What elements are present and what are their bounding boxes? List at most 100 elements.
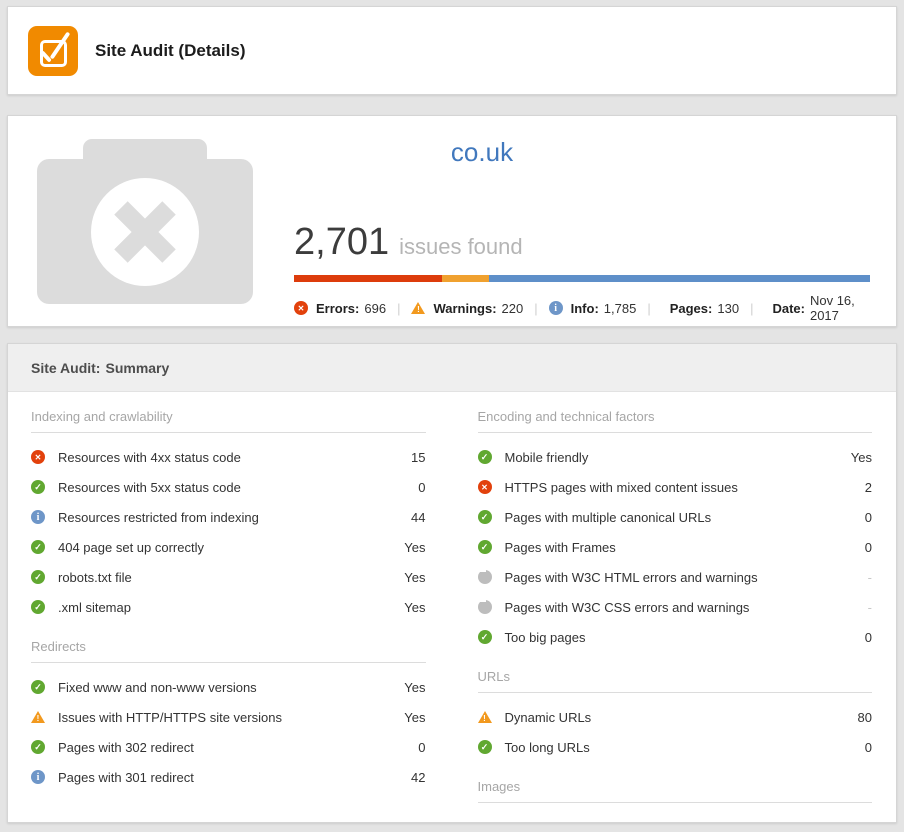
stat-value: 696 [364,301,386,316]
stat-item: Date: Nov 16, 2017 [764,293,870,323]
check-value: 0 [865,740,872,755]
stat-value: 130 [717,301,739,316]
check-label: .xml sitemap [58,600,404,615]
error-icon [294,301,308,315]
check-label: Pages with W3C HTML errors and warnings [505,570,868,585]
summary-section: Indexing and crawlability Resources with… [31,392,426,622]
image-error-icon [91,178,199,286]
check-label: Issues with HTTP/HTTPS site versions [58,710,404,725]
check-label: Pages with 302 redirect [58,740,418,755]
check-icon [478,450,492,464]
check-value: 0 [865,540,872,555]
audit-check-row: Pages with W3C HTML errors and warnings … [478,562,873,592]
check-icon [478,510,492,524]
check-icon [31,480,45,494]
audit-check-row: .xml sitemap Yes [31,592,426,622]
section-title: Encoding and technical factors [478,392,873,433]
audit-check-row: Too big pages 0 [478,622,873,652]
check-value: 0 [865,630,872,645]
issues-summary: 2,701 issues found [294,221,870,264]
audit-check-row: Dynamic URLs 80 [478,702,873,732]
check-value: Yes [404,570,425,585]
audit-check-row: Pages with W3C CSS errors and warnings - [478,592,873,622]
check-value: 42 [411,770,425,785]
check-label: Too big pages [505,630,865,645]
check-value: Yes [404,600,425,615]
check-icon [478,740,492,754]
stat-separator: | [647,301,650,316]
check-value: Yes [404,540,425,555]
stat-separator: | [534,301,537,316]
stat-label: Date: [772,301,805,316]
warning-icon [411,301,425,315]
section-title: Indexing and crawlability [31,392,426,433]
stat-item: Info: 1,785 [549,301,637,316]
camera-icon [37,159,253,304]
check-label: Resources with 4xx status code [58,450,411,465]
summary-subtitle: Summary [105,360,169,376]
stat-value: 1,785 [604,301,637,316]
check-value: 0 [865,510,872,525]
check-icon [31,540,45,554]
error-icon [478,480,492,494]
audit-check-row: Resources with 4xx status code 15 [31,442,426,472]
bar-segment-warnings [442,275,489,282]
stat-label: Info: [571,301,599,316]
section-title: URLs [478,652,873,693]
audit-check-row: Mobile friendly Yes [478,442,873,472]
audit-check-row: HTTPS pages with mixed content issues 2 [478,472,873,502]
audit-check-row: Pages with Frames 0 [478,532,873,562]
stat-label: Pages: [670,301,713,316]
audit-check-row: Pages with multiple canonical URLs 0 [478,502,873,532]
check-value: Yes [404,710,425,725]
summary-title: Site Audit: [31,360,100,376]
info-icon [31,510,45,524]
check-value: 0 [418,740,425,755]
summary-section: Encoding and technical factors Mobile fr… [478,392,873,652]
summary-column: Indexing and crawlability Resources with… [31,392,426,812]
check-label: Pages with W3C CSS errors and warnings [505,600,868,615]
check-value: 80 [858,710,872,725]
check-label: robots.txt file [58,570,404,585]
overview-main: co.uk 2,701 issues found Errors: 696 | W… [253,116,896,326]
check-icon [31,680,45,694]
audit-check-row: Fixed www and non-www versions Yes [31,672,426,702]
check-value: 44 [411,510,425,525]
check-value: 15 [411,450,425,465]
page-title: Site Audit (Details) [95,41,246,61]
issues-distribution-bar [294,275,870,282]
check-label: Pages with 301 redirect [58,770,411,785]
check-label: Mobile friendly [505,450,851,465]
section-title: Images [478,762,873,803]
check-label: Resources with 5xx status code [58,480,418,495]
check-icon [31,600,45,614]
check-label: 404 page set up correctly [58,540,404,555]
check-label: Fixed www and non-www versions [58,680,404,695]
stat-value: Nov 16, 2017 [810,293,870,323]
summary-section: URLs Dynamic URLs 80 Too long URLs 0 [478,652,873,762]
audit-check-row: Resources with 5xx status code 0 [31,472,426,502]
check-value: Yes [851,450,872,465]
warning-icon [31,710,45,724]
stat-item: Errors: 696 [294,301,386,316]
summary-section: Redirects Fixed www and non-www versions… [31,622,426,792]
check-value: - [868,600,872,615]
issues-label: issues found [399,234,523,260]
audit-check-row: Pages with 301 redirect 42 [31,762,426,792]
stat-item: Pages: 130 [662,301,739,316]
summary-columns: Indexing and crawlability Resources with… [8,392,896,832]
stats-row: Errors: 696 | Warnings: 220 | Info: 1,78… [294,293,870,323]
summary-column: Encoding and technical factors Mobile fr… [478,392,873,812]
check-label: Resources restricted from indexing [58,510,411,525]
app-header: Site Audit (Details) [7,6,897,95]
check-label: Dynamic URLs [505,710,858,725]
audit-check-row: 404 page set up correctly Yes [31,532,426,562]
audit-check-row: Issues with HTTP/HTTPS site versions Yes [31,702,426,732]
stat-separator: | [750,301,753,316]
check-value: Yes [404,680,425,695]
error-icon [31,450,45,464]
stat-separator: | [397,301,400,316]
stat-label: Warnings: [433,301,496,316]
audit-check-row: Resources restricted from indexing 44 [31,502,426,532]
domain-link[interactable]: co.uk [294,137,670,167]
